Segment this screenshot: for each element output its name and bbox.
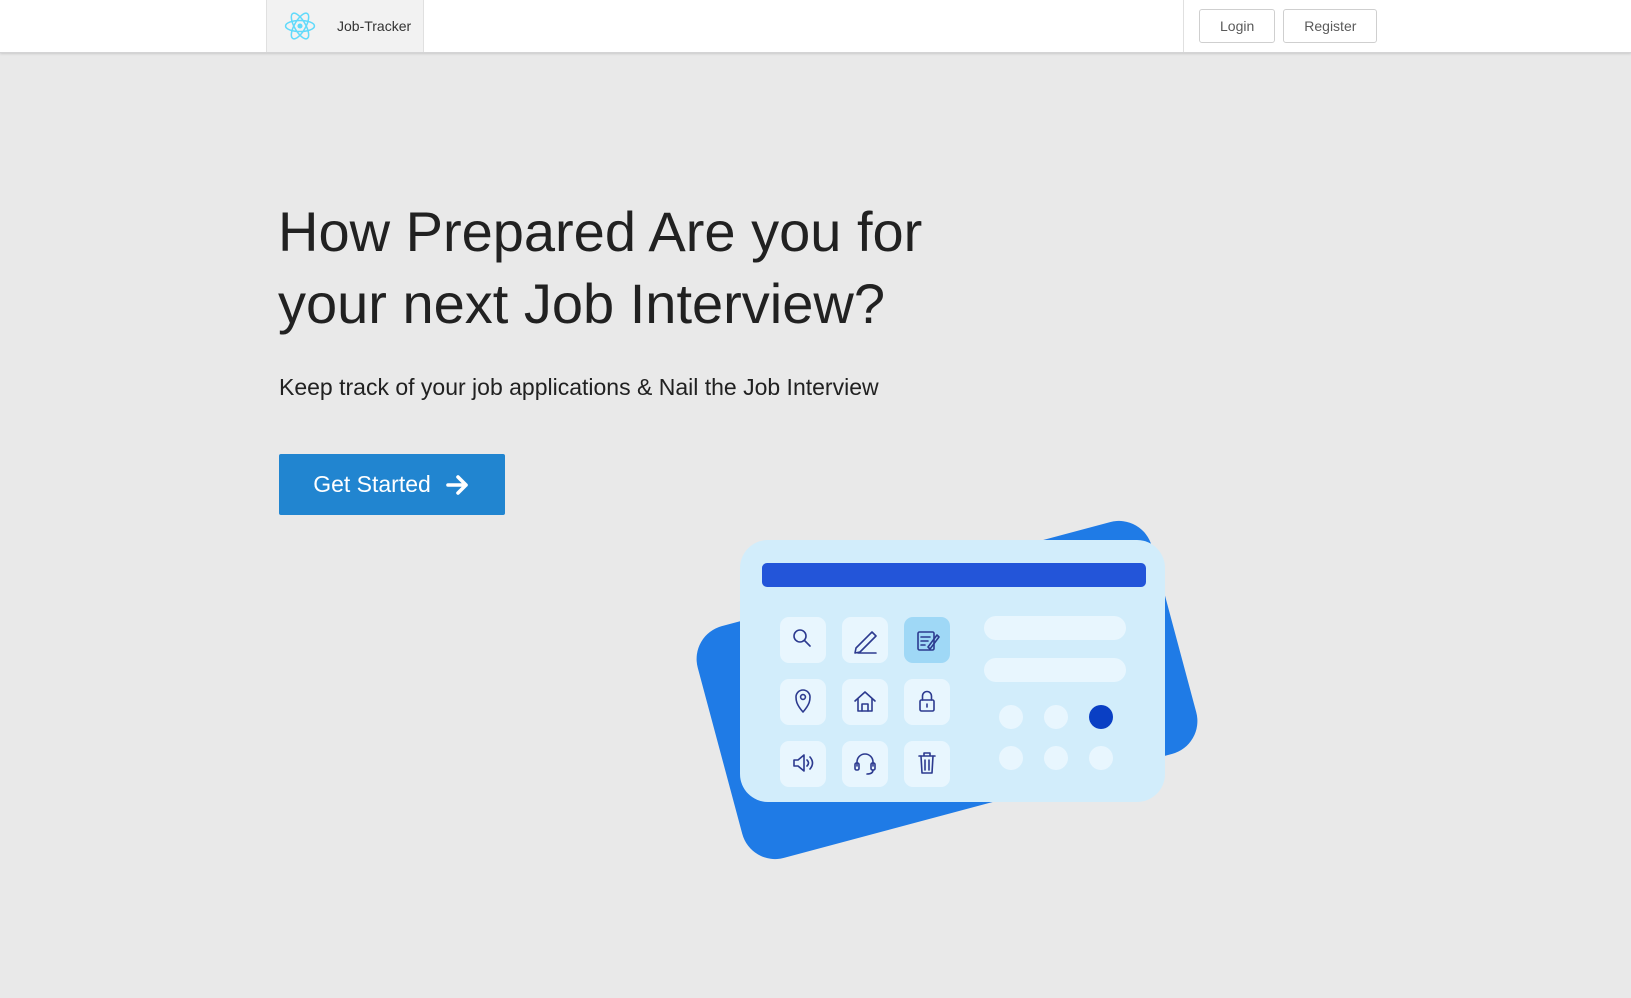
- tile-trash: [904, 741, 950, 787]
- dot: [1044, 705, 1068, 729]
- tile-location: [780, 679, 826, 725]
- tile-edit-note: [904, 617, 950, 663]
- dot: [1044, 746, 1068, 770]
- dot: [1089, 746, 1113, 770]
- hero-subtitle: Keep track of your job applications & Na…: [279, 374, 879, 400]
- dot: [999, 705, 1023, 729]
- brand-name: Job-Tracker: [337, 18, 412, 34]
- dashboard-illustration: [696, 520, 1198, 860]
- get-started-button[interactable]: Get Started: [279, 454, 505, 515]
- pill-field-2: [984, 658, 1126, 682]
- dot: [999, 746, 1023, 770]
- tile-headset: [842, 741, 888, 787]
- hero-title: How Prepared Are you for your next Job I…: [278, 200, 923, 335]
- auth-menu: Login Register: [1183, 0, 1383, 52]
- brand[interactable]: Job-Tracker: [266, 0, 424, 52]
- react-atom-icon: [284, 12, 316, 40]
- arrow-right-icon: [446, 474, 468, 495]
- dot-active: [1089, 705, 1113, 729]
- tile-speaker: [780, 741, 826, 787]
- top-navbar: Job-Tracker Login Register: [0, 0, 1631, 53]
- get-started-label: Get Started: [313, 471, 431, 497]
- login-button[interactable]: Login: [1199, 9, 1276, 43]
- card-header-bar: [762, 563, 1146, 587]
- tile-home: [842, 679, 888, 725]
- tile-lock: [904, 679, 950, 725]
- register-button[interactable]: Register: [1283, 9, 1378, 43]
- tile-search: [780, 617, 826, 663]
- pill-field-1: [984, 616, 1126, 640]
